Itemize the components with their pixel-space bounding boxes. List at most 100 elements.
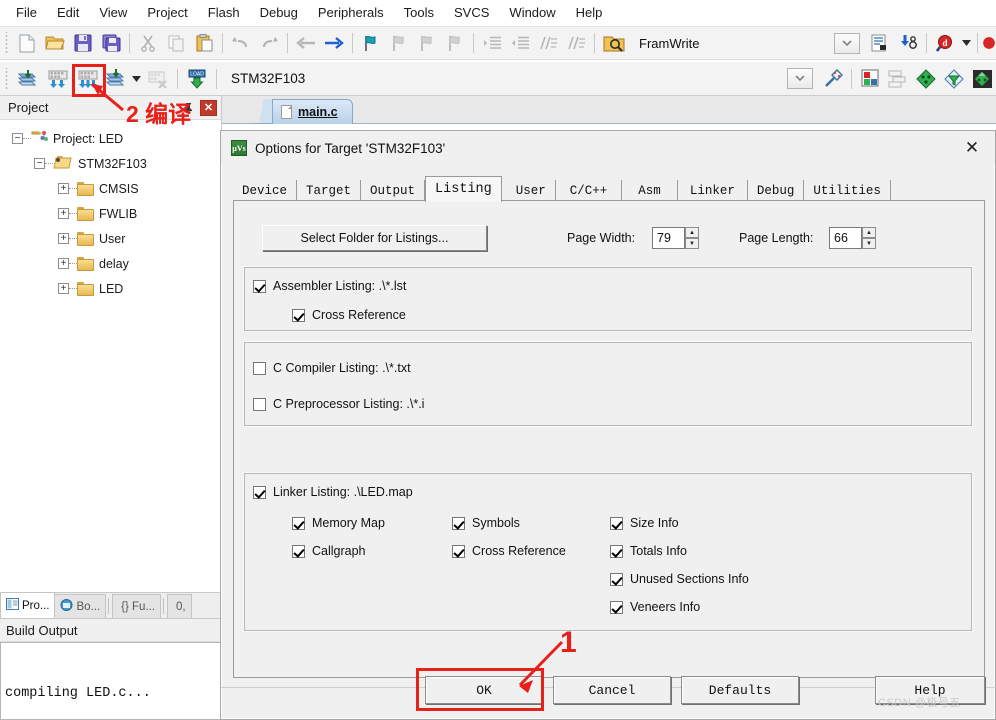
paste-icon[interactable] bbox=[190, 29, 218, 57]
bookmark-toggle-icon[interactable] bbox=[357, 29, 385, 57]
save-icon[interactable] bbox=[69, 29, 97, 57]
bookmark-clear-icon[interactable] bbox=[441, 29, 469, 57]
c-preprocessor-listing-row[interactable]: C Preprocessor Listing: .\*.i bbox=[253, 397, 424, 411]
veneers-info-row[interactable]: Veneers Info bbox=[610, 600, 700, 614]
tab-utilities[interactable]: Utilities bbox=[804, 180, 891, 201]
target-combo-value[interactable]: STM32F103 bbox=[231, 71, 305, 86]
tab-target[interactable]: Target bbox=[297, 180, 362, 201]
panel-tab-books[interactable]: Bo... bbox=[54, 594, 107, 618]
uncomment-icon[interactable] bbox=[562, 29, 590, 57]
tree-item-user[interactable]: + User bbox=[6, 226, 221, 251]
tab-main-c[interactable]: main.c bbox=[272, 99, 353, 124]
unused-sections-info-row[interactable]: Unused Sections Info bbox=[610, 572, 749, 586]
spinner-down-icon[interactable]: ▼ bbox=[685, 238, 699, 249]
tab-debug[interactable]: Debug bbox=[747, 180, 805, 201]
menu-item-window[interactable]: Window bbox=[499, 3, 565, 22]
linker-cross-reference-checkbox[interactable] bbox=[452, 544, 465, 558]
undo-icon[interactable] bbox=[227, 29, 255, 57]
veneers-info-checkbox[interactable] bbox=[610, 600, 623, 614]
panel-tab-templates[interactable]: 0, bbox=[167, 594, 192, 618]
expander-plus-icon[interactable]: + bbox=[58, 183, 69, 194]
expander-plus-icon[interactable]: + bbox=[58, 233, 69, 244]
build-output-text[interactable]: compiling LED.c... linking... Program Si… bbox=[0, 642, 222, 720]
batch-build-dropdown-icon[interactable] bbox=[129, 65, 143, 93]
menu-item-tools[interactable]: Tools bbox=[394, 3, 444, 22]
close-icon[interactable]: ✕ bbox=[955, 135, 989, 161]
outdent-icon[interactable] bbox=[506, 29, 534, 57]
stop-build-icon[interactable] bbox=[143, 65, 173, 93]
assembler-listing-checkbox-row[interactable]: Assembler Listing: .\*.lst bbox=[253, 279, 406, 293]
panel-tab-functions[interactable]: {} Fu... bbox=[112, 594, 162, 618]
cut-icon[interactable] bbox=[134, 29, 162, 57]
save-all-icon[interactable] bbox=[97, 29, 125, 57]
assembler-listing-checkbox[interactable] bbox=[253, 279, 266, 293]
target-options-icon[interactable] bbox=[819, 65, 847, 93]
expander-plus-icon[interactable]: + bbox=[58, 283, 69, 294]
panel-tab-project[interactable]: Pro... bbox=[0, 592, 56, 618]
totals-info-row[interactable]: Totals Info bbox=[610, 544, 687, 558]
download-to-flash-icon[interactable]: LOAD bbox=[182, 65, 212, 93]
menu-item-help[interactable]: Help bbox=[566, 3, 613, 22]
linker-listing-checkbox[interactable] bbox=[253, 485, 266, 499]
memory-map-row[interactable]: Memory Map bbox=[292, 516, 385, 530]
c-preprocessor-listing-checkbox[interactable] bbox=[253, 397, 266, 411]
page-width-input[interactable]: 79 bbox=[652, 227, 685, 249]
tab-c-cpp[interactable]: C/C++ bbox=[555, 180, 623, 201]
open-file-icon[interactable] bbox=[41, 29, 69, 57]
tree-item-cmsis[interactable]: + CMSIS bbox=[6, 176, 221, 201]
tab-listing[interactable]: Listing bbox=[425, 176, 502, 202]
menu-item-project[interactable]: Project bbox=[137, 3, 197, 22]
callgraph-row[interactable]: Callgraph bbox=[292, 544, 366, 558]
c-compiler-listing-row[interactable]: C Compiler Listing: .\*.txt bbox=[253, 361, 411, 375]
tab-device[interactable]: Device bbox=[233, 180, 298, 201]
linker-cross-reference-row[interactable]: Cross Reference bbox=[452, 544, 566, 558]
expander-minus-icon[interactable]: − bbox=[12, 133, 23, 144]
tree-item-led[interactable]: + LED bbox=[6, 276, 221, 301]
select-folder-for-listings-button[interactable]: Select Folder for Listings... bbox=[262, 225, 487, 251]
expander-minus-icon[interactable]: − bbox=[34, 158, 45, 169]
navigate-forward-icon[interactable] bbox=[320, 29, 348, 57]
build-icon[interactable] bbox=[43, 65, 73, 93]
assembler-cross-reference-row[interactable]: Cross Reference bbox=[292, 308, 406, 322]
insert-file-icon[interactable] bbox=[866, 29, 894, 57]
memory-map-checkbox[interactable] bbox=[292, 516, 305, 530]
toolbar-grip[interactable] bbox=[3, 67, 11, 90]
tab-linker[interactable]: Linker bbox=[677, 180, 748, 201]
manage-project-items-icon[interactable] bbox=[884, 65, 912, 93]
page-length-spinner[interactable]: ▲ ▼ bbox=[862, 227, 876, 249]
tree-item-project[interactable]: − Project: LED bbox=[6, 126, 221, 151]
symbols-checkbox[interactable] bbox=[452, 516, 465, 530]
new-file-icon[interactable] bbox=[13, 29, 41, 57]
multi-project-icon[interactable] bbox=[968, 65, 996, 93]
expander-plus-icon[interactable]: + bbox=[58, 208, 69, 219]
size-info-checkbox[interactable] bbox=[610, 516, 623, 530]
totals-info-checkbox[interactable] bbox=[610, 544, 623, 558]
symbols-row[interactable]: Symbols bbox=[452, 516, 520, 530]
bookmark-prev-icon[interactable] bbox=[385, 29, 413, 57]
chevron-down-icon[interactable] bbox=[959, 29, 973, 57]
framwrite-combo-dropdown[interactable] bbox=[834, 32, 860, 54]
linker-listing-row[interactable]: Linker Listing: .\LED.map bbox=[253, 485, 413, 499]
expander-plus-icon[interactable]: + bbox=[58, 258, 69, 269]
menu-item-svcs[interactable]: SVCS bbox=[444, 3, 499, 22]
spinner-up-icon[interactable]: ▲ bbox=[862, 227, 876, 238]
spinner-down-icon[interactable]: ▼ bbox=[862, 238, 876, 249]
dialog-titlebar[interactable]: μVs Options for Target 'STM32F103' ✕ bbox=[221, 131, 995, 165]
tab-asm[interactable]: Asm bbox=[622, 180, 678, 201]
page-length-input[interactable]: 66 bbox=[829, 227, 862, 249]
tree-item-delay[interactable]: + delay bbox=[6, 251, 221, 276]
tree-item-target[interactable]: − STM32F103 bbox=[6, 151, 221, 176]
framwrite-combo-label[interactable]: FramWrite bbox=[639, 36, 699, 51]
tab-output[interactable]: Output bbox=[361, 180, 426, 201]
target-combo-dropdown[interactable] bbox=[787, 68, 813, 89]
comment-icon[interactable] bbox=[534, 29, 562, 57]
pack-installer-icon[interactable] bbox=[912, 65, 940, 93]
configuration-wizard-icon[interactable] bbox=[940, 65, 968, 93]
redo-icon[interactable] bbox=[255, 29, 283, 57]
page-width-spinner[interactable]: ▲ ▼ bbox=[685, 227, 699, 249]
copy-icon[interactable] bbox=[162, 29, 190, 57]
debug-search-icon[interactable] bbox=[894, 29, 922, 57]
find-in-files-icon[interactable]: d bbox=[931, 29, 959, 57]
menu-item-file[interactable]: File bbox=[6, 3, 47, 22]
tab-user[interactable]: User bbox=[501, 180, 556, 201]
